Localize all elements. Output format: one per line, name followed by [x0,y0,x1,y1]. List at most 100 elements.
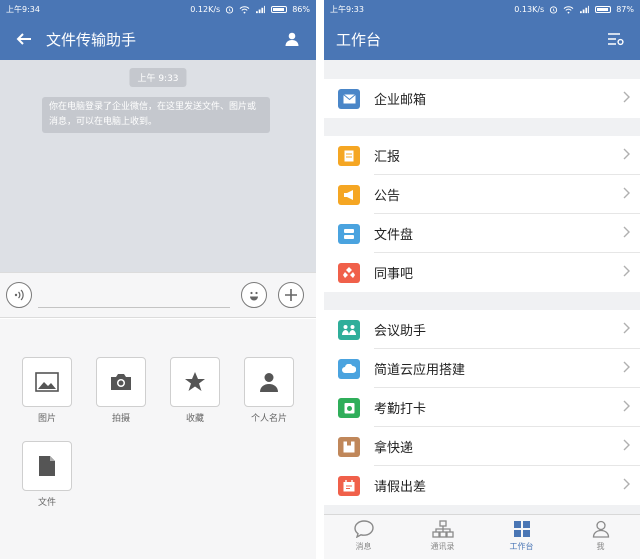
person-icon [592,520,609,538]
app-item-express[interactable]: 拿快递 [324,427,640,466]
chevron-right-icon [623,478,630,490]
signal-icon [256,5,266,13]
disk-icon [338,223,360,244]
star-icon [185,372,205,391]
message-input[interactable] [38,307,230,308]
file-icon [39,456,55,476]
wifi-icon [563,5,574,14]
app-item-label: 企业邮箱 [374,93,427,108]
chevron-right-icon [623,322,630,334]
battery-level: 87% [616,4,634,14]
manage-settings-icon[interactable] [604,27,628,51]
mail-icon [338,88,360,109]
chevron-right-icon [623,361,630,373]
app-item-announcement[interactable]: 公告 [324,175,640,214]
status-time: 上午9:33 [330,4,364,14]
page-title: 文件传输助手 [46,30,137,49]
tool-favorites[interactable]: 收藏 [170,357,220,424]
chevron-right-icon [623,226,630,238]
input-bar [0,272,316,318]
tab-messages[interactable]: 消息 [324,515,403,559]
tab-label: 消息 [355,542,372,551]
tool-label: 收藏 [185,414,204,424]
tool-label: 文件 [37,498,56,508]
cloud-icon [338,358,360,379]
chevron-right-icon [623,400,630,412]
app-item-label: 简道云应用搭建 [374,363,466,378]
plus-icon[interactable] [278,282,304,308]
package-icon [338,436,360,457]
battery-icon [595,5,612,13]
tool-contact-card[interactable]: 个人名片 [244,357,294,424]
app-item-leave[interactable]: 请假出差 [324,466,640,505]
profile-icon[interactable] [280,27,304,51]
tab-contacts[interactable]: 通讯录 [403,515,482,559]
app-item-label: 同事吧 [374,267,414,282]
meeting-icon [338,319,360,340]
network-speed: 0.12K/s [190,4,221,14]
report-icon [338,145,360,166]
app-item-attendance[interactable]: 考勤打卡 [324,388,640,427]
wifi-icon [239,5,250,14]
person-icon [260,373,278,392]
tool-label: 个人名片 [250,414,287,424]
app-list: 企业邮箱 汇报 公告 文件盘 同事吧 会议助手 简道云应用搭建 考勤打卡 拿快递… [324,60,640,505]
tab-me[interactable]: 我 [561,515,640,559]
status-bar: 上午9:33 0.13K/s 87% [324,0,640,18]
system-message: 你在电脑登录了企业微信，在这里发送文件、图片或消息，可以在电脑上收到。 [42,97,270,133]
app-item-label: 会议助手 [374,324,427,339]
battery-icon [271,5,288,13]
colleague-icon [338,262,360,283]
tab-workspace[interactable]: 工作台 [482,515,561,559]
chevron-right-icon [623,439,630,451]
chevron-right-icon [623,265,630,277]
app-item-file-disk[interactable]: 文件盘 [324,214,640,253]
camera-icon [111,374,131,390]
emoji-icon[interactable] [241,282,267,308]
app-item-mail[interactable]: 企业邮箱 [324,79,640,118]
tool-label: 图片 [37,414,56,424]
app-item-jiandaoyun[interactable]: 简道云应用搭建 [324,349,640,388]
status-bar: 上午9:34 0.12K/s 86% [0,0,316,18]
alarm-icon [550,5,558,14]
app-item-meeting-assistant[interactable]: 会议助手 [324,310,640,349]
bottom-tab-bar: 消息 通讯录 工作台 我 [324,514,640,559]
workspace-header: 工作台 [324,18,640,60]
chevron-right-icon [623,187,630,199]
chat-header: 文件传输助手 [0,18,316,60]
app-item-label: 汇报 [374,150,401,165]
tool-camera[interactable]: 拍摄 [96,357,146,424]
tab-label: 工作台 [509,542,534,551]
chevron-right-icon [623,148,630,160]
tools-panel: 图片 拍摄 收藏 个人名片 文件 [0,319,316,559]
tab-label: 通讯录 [430,542,455,551]
network-speed: 0.13K/s [514,4,545,14]
page-title: 工作台 [336,30,382,49]
chat-area: 上午 9:33 你在电脑登录了企业微信，在这里发送文件、图片或消息，可以在电脑上… [0,60,316,272]
clock-in-icon [338,397,360,418]
megaphone-icon [338,184,360,205]
chevron-right-icon [623,91,630,103]
leave-icon [338,475,360,496]
chat-screen: 上午9:34 0.12K/s 86% 文件传输助手 上午 9:33 你在电脑登录… [0,0,316,559]
signal-icon [580,5,590,13]
app-item-label: 请假出差 [374,480,427,495]
app-item-colleague-forum[interactable]: 同事吧 [324,253,640,292]
app-item-label: 考勤打卡 [374,402,427,417]
voice-icon[interactable] [6,282,32,308]
app-item-label: 拿快递 [374,441,414,456]
app-item-label: 公告 [374,189,401,204]
back-arrow-icon[interactable] [12,27,36,51]
image-icon [35,372,59,392]
org-chart-icon [431,520,454,538]
tool-file[interactable]: 文件 [22,441,72,508]
tool-label: 拍摄 [111,414,130,424]
app-item-report[interactable]: 汇报 [324,136,640,175]
status-time: 上午9:34 [6,4,40,14]
workspace-screen: 上午9:33 0.13K/s 87% 工作台 企业邮箱 汇报 公告 文件盘 同事… [324,0,640,559]
tool-image[interactable]: 图片 [22,357,72,424]
message-timestamp: 上午 9:33 [129,68,187,87]
alarm-icon [226,5,234,14]
chat-bubble-icon [353,520,374,538]
tab-label: 我 [596,542,605,551]
